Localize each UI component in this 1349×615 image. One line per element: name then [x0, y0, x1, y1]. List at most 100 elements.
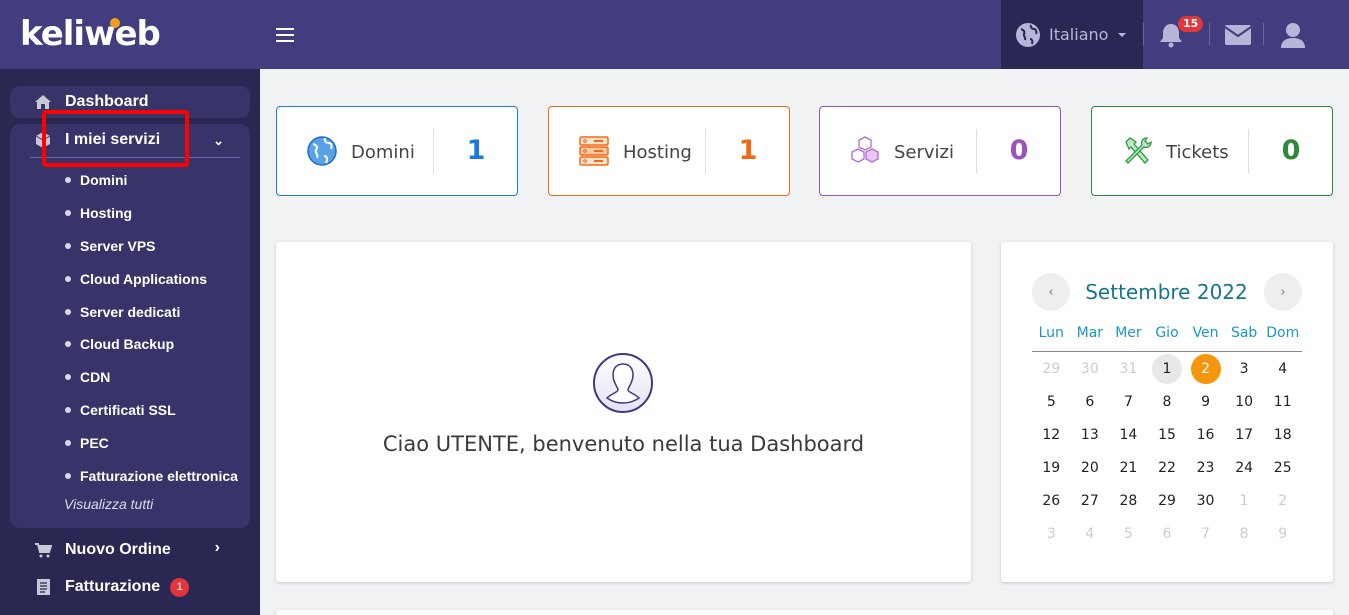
calendar-day-number: 21: [1119, 459, 1138, 476]
calendar-day[interactable]: 29: [1032, 352, 1071, 385]
sidebar-item-services[interactable]: I miei servizi ⌄: [10, 124, 250, 156]
calendar-day[interactable]: 7: [1109, 385, 1148, 418]
calendar-day[interactable]: 10: [1225, 385, 1264, 418]
calendar-day[interactable]: 9: [1186, 385, 1225, 418]
calendar-day[interactable]: 6: [1071, 385, 1110, 418]
calendar-day[interactable]: 2: [1263, 484, 1302, 517]
stat-card-hosting[interactable]: Hosting 1: [548, 106, 790, 196]
bullet-icon: [65, 242, 71, 249]
calendar-day[interactable]: 12: [1032, 418, 1071, 451]
language-selector[interactable]: Italiano: [1001, 0, 1143, 69]
submenu-item-hosting[interactable]: Hosting: [10, 197, 250, 230]
globe-icon: [307, 136, 337, 166]
stat-value: 1: [466, 135, 486, 166]
submenu-item-domini[interactable]: Domini: [10, 164, 250, 197]
calendar-day-number: 12: [1042, 426, 1061, 443]
calendar-day[interactable]: 16: [1186, 418, 1225, 451]
user-icon[interactable]: [1278, 20, 1308, 50]
submenu-item-server-dedicati[interactable]: Server dedicati: [10, 295, 250, 328]
calendar-day[interactable]: 27: [1071, 484, 1110, 517]
submenu-item-cdn[interactable]: CDN: [10, 361, 250, 394]
sidebar-item-dashboard[interactable]: Dashboard: [10, 86, 250, 118]
calendar-day-number: 7: [1201, 525, 1211, 542]
bullet-icon: [65, 210, 71, 217]
calendar-day[interactable]: 20: [1071, 451, 1110, 484]
stat-card-domini[interactable]: Domini 1: [276, 106, 518, 196]
calendar-days: 29 30 31 1 2 3 4 5 6 7 8 9 10 11 12 13 14 15 16 17 18 19 20 21 2…: [1032, 352, 1302, 550]
calendar-day[interactable]: 14: [1109, 418, 1148, 451]
keliweb-logo[interactable]: keliweb: [20, 14, 161, 54]
submenu-item-server-vps[interactable]: Server VPS: [10, 230, 250, 263]
see-all-services-link[interactable]: Visualizza tutti: [64, 496, 153, 512]
calendar-day[interactable]: 18: [1263, 418, 1302, 451]
mail-icon[interactable]: [1223, 20, 1253, 50]
calendar-day[interactable]: 15: [1148, 418, 1187, 451]
sidebar-item-nuovo-ordine[interactable]: Nuovo Ordine ›: [10, 534, 250, 566]
calendar-day-number: 29: [1042, 360, 1061, 377]
calendar-weekday: Sab: [1230, 325, 1258, 341]
calendar-day[interactable]: 17: [1225, 418, 1264, 451]
submenu-item-cloud-applications[interactable]: Cloud Applications: [10, 262, 250, 295]
cubes-icon: [851, 136, 879, 163]
calendar-day[interactable]: 1: [1225, 484, 1264, 517]
calendar-day[interactable]: 4: [1071, 517, 1110, 550]
calendar-day[interactable]: 24: [1225, 451, 1264, 484]
calendar-weekday-header: Lun Mar Mer Gio Ven Sab Dom: [1032, 322, 1302, 352]
calendar-day[interactable]: 9: [1263, 517, 1302, 550]
calendar-day[interactable]: 28: [1109, 484, 1148, 517]
calendar-day[interactable]: 31: [1109, 352, 1148, 385]
sidebar-item-fatturazione[interactable]: Fatturazione 1: [10, 571, 250, 603]
stat-card-tickets[interactable]: Tickets 0: [1091, 106, 1333, 196]
calendar-day[interactable]: 5: [1032, 385, 1071, 418]
chevron-right-icon: ›: [214, 539, 220, 556]
calendar-month-title[interactable]: Settembre 2022: [1071, 280, 1262, 304]
calendar-day[interactable]: 13: [1071, 418, 1110, 451]
calendar-day[interactable]: 25: [1263, 451, 1302, 484]
stat-card-servizi[interactable]: Servizi 0: [819, 106, 1061, 196]
caret-down-icon: [1118, 32, 1127, 37]
stat-value: 1: [738, 135, 758, 166]
calendar-day[interactable]: 21: [1109, 451, 1148, 484]
calendar-day[interactable]: 23: [1186, 451, 1225, 484]
welcome-card: Ciao UTENTE, benvenuto nella tua Dashboa…: [276, 242, 971, 582]
calendar-day[interactable]: 5: [1109, 517, 1148, 550]
calendar-day-number: 6: [1085, 393, 1095, 410]
menu-toggle-button[interactable]: [276, 28, 294, 42]
submenu-item-cloud-backup[interactable]: Cloud Backup: [10, 328, 250, 361]
calendar-day[interactable]: 26: [1032, 484, 1071, 517]
calendar-day[interactable]: 30: [1071, 352, 1110, 385]
calendar-day[interactable]: 7: [1186, 517, 1225, 550]
calendar-day[interactable]: 8: [1148, 385, 1187, 418]
divider: [1143, 23, 1144, 45]
calendar-day[interactable]: 8: [1225, 517, 1264, 550]
calendar-next-button[interactable]: ›: [1264, 273, 1302, 311]
calendar-day-today[interactable]: 2: [1186, 352, 1225, 385]
submenu-item-certificati-ssl[interactable]: Certificati SSL: [10, 394, 250, 427]
calendar-day-number: 10: [1235, 393, 1254, 410]
calendar-day[interactable]: 30: [1186, 484, 1225, 517]
divider: [1263, 23, 1264, 45]
calendar-day[interactable]: 22: [1148, 451, 1187, 484]
calendar-day[interactable]: 19: [1032, 451, 1071, 484]
calendar-day-number: 15: [1158, 426, 1176, 443]
calendar-prev-button[interactable]: ‹: [1032, 273, 1070, 311]
calendar-day[interactable]: 1: [1148, 352, 1187, 385]
calendar-day[interactable]: 11: [1263, 385, 1302, 418]
calendar-day[interactable]: 3: [1225, 352, 1264, 385]
calendar-day[interactable]: 29: [1148, 484, 1187, 517]
bullet-icon: [65, 439, 71, 446]
hamburger-line: [276, 28, 294, 30]
content-card: [276, 610, 1333, 615]
billing-badge: 1: [170, 577, 190, 597]
submenu-item-fatturazione-elettronica[interactable]: Fatturazione elettronica: [10, 459, 250, 492]
calendar-day[interactable]: 6: [1148, 517, 1187, 550]
submenu-item-pec[interactable]: PEC: [10, 426, 250, 459]
calendar-day[interactable]: 3: [1032, 517, 1071, 550]
calendar-day-number: 4: [1085, 525, 1095, 542]
calendar-day[interactable]: 4: [1263, 352, 1302, 385]
user-avatar-icon: [593, 353, 653, 413]
calendar-weekday: Mer: [1115, 325, 1142, 341]
calendar-day-number: 3: [1239, 360, 1249, 377]
logo-text: keliweb: [20, 14, 161, 54]
calendar-day-number: 8: [1239, 525, 1249, 542]
